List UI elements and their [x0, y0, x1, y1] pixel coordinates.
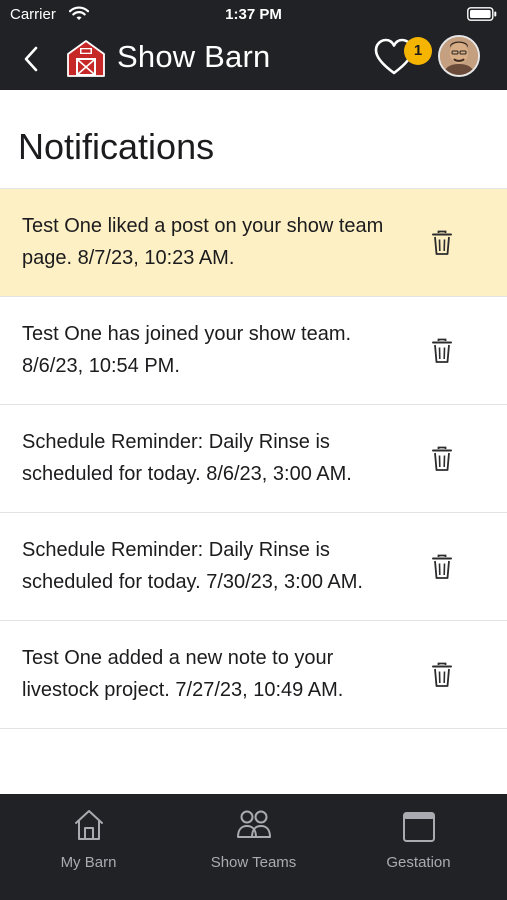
page-title: Notifications [18, 126, 215, 167]
notification-text: Schedule Reminder: Daily Rinse is schedu… [22, 431, 352, 485]
notification-text: Test One added a new note to your livest… [22, 647, 344, 701]
notification-item[interactable]: Test One liked a post on your show team … [0, 189, 507, 297]
tab-label: My Barn [60, 854, 117, 871]
avatar[interactable] [438, 35, 480, 77]
notifications-list: Test One liked a post on your show team … [0, 188, 507, 729]
tab-label: Gestation [386, 854, 451, 871]
trash-icon[interactable] [430, 446, 454, 472]
tab-my-barn[interactable]: My Barn [4, 794, 173, 900]
nav-bar: Show Barn 1 [0, 30, 507, 90]
notification-text: Schedule Reminder: Daily Rinse is schedu… [22, 539, 363, 593]
back-button[interactable] [18, 42, 48, 76]
calendar-icon [334, 808, 503, 849]
notification-item[interactable]: Test One added a new note to your livest… [0, 621, 507, 729]
trash-icon[interactable] [430, 338, 454, 364]
tab-gestation[interactable]: Gestation [334, 794, 503, 900]
tab-label: Show Teams [210, 854, 297, 871]
tab-show-teams[interactable]: Show Teams [169, 794, 338, 900]
clock: 1:37 PM [225, 6, 282, 23]
status-bar: Carrier 1:37 PM [0, 0, 507, 30]
trash-icon[interactable] [430, 554, 454, 580]
chevron-left-icon [18, 46, 48, 80]
notification-text: Test One liked a post on your show team … [22, 215, 384, 269]
app-title: Show Barn [117, 39, 271, 74]
battery-icon [467, 7, 497, 25]
trash-icon[interactable] [430, 662, 454, 688]
notification-item[interactable]: Schedule Reminder: Daily Rinse is schedu… [0, 405, 507, 513]
barn-logo-icon [66, 38, 106, 83]
home-icon [4, 808, 173, 847]
notification-item[interactable]: Schedule Reminder: Daily Rinse is schedu… [0, 513, 507, 621]
heart-icon [374, 38, 414, 82]
tab-bar: My Barn Show Teams Gestation [0, 794, 507, 900]
notification-item[interactable]: Test One has joined your show team. 8/6/… [0, 297, 507, 405]
trash-icon[interactable] [430, 230, 454, 256]
notification-text: Test One has joined your show team. 8/6/… [22, 323, 352, 377]
top-bar: Carrier 1:37 PM Show Barn 1 [0, 0, 507, 90]
people-icon [169, 808, 338, 847]
likes-count-badge: 1 [404, 37, 432, 65]
